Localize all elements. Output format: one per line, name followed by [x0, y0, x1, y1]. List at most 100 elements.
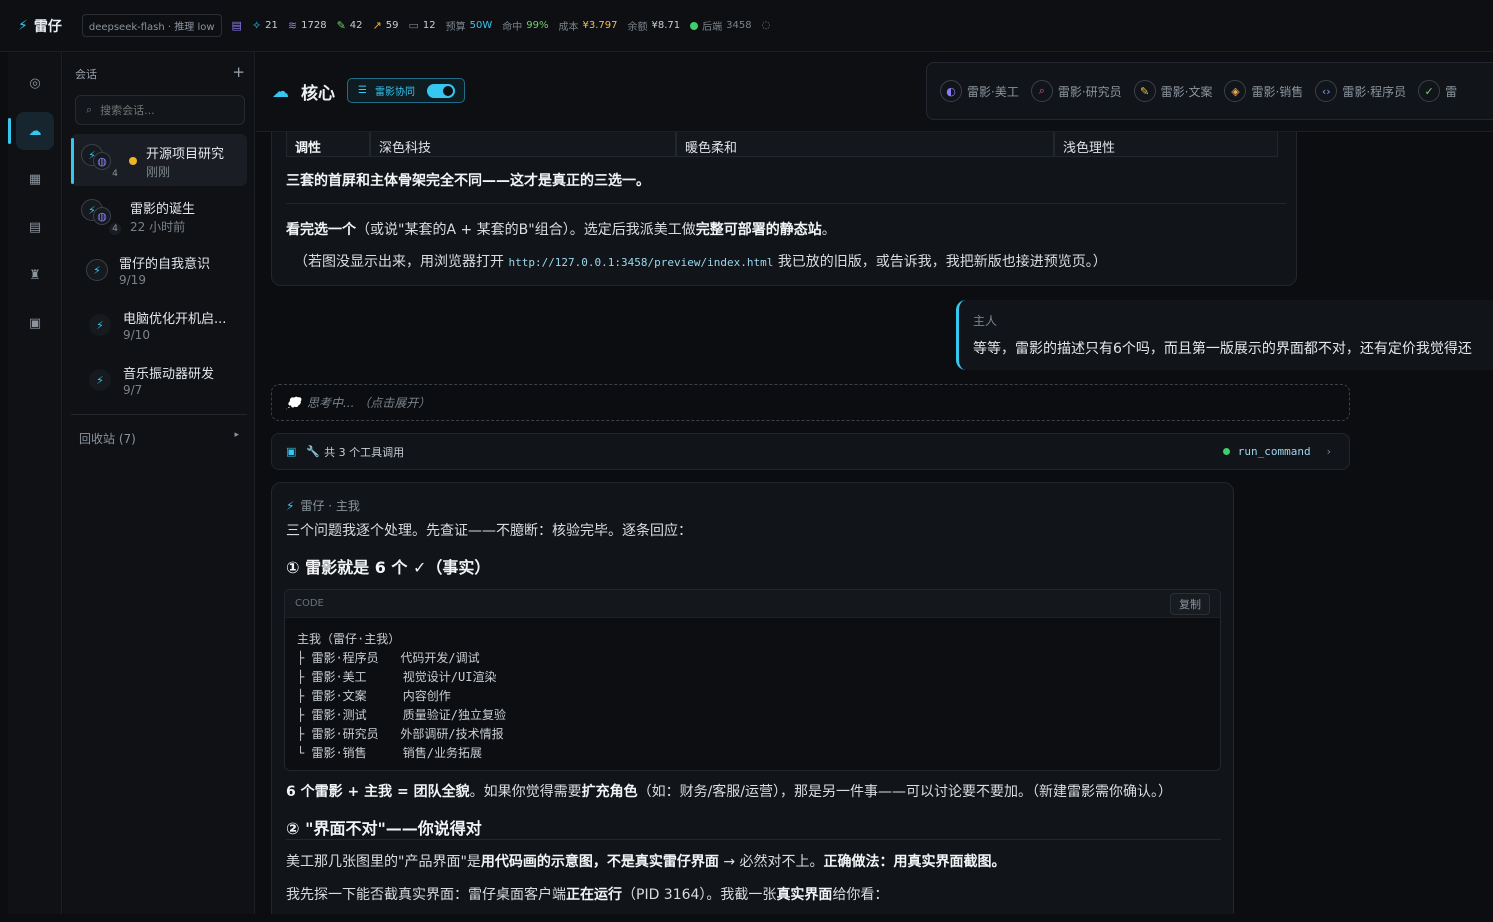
session-avatars: ⚡ [81, 309, 125, 341]
database-icon: ▤ [231, 19, 242, 32]
sidebar-header: 会话 + [75, 63, 245, 82]
session-title: 开源项目研究 [146, 147, 225, 162]
session-title: 雷影的诞生 [130, 202, 196, 217]
copy-button[interactable]: 复制 [1170, 592, 1210, 615]
app-name: 雷仔 [33, 18, 62, 35]
agent-chip-designer[interactable]: ◐ 雷影·美工 [935, 80, 1024, 102]
divider [286, 203, 1286, 204]
session-time: 22 小时前 [130, 220, 186, 234]
pen-icon: ✎ [1133, 80, 1156, 102]
lightbulb-icon[interactable]: ◌ [762, 20, 771, 31]
balance-stat: 余额 ¥8.71 [627, 20, 681, 33]
agent-stat: ✧ 21 [251, 19, 278, 32]
bot-icon[interactable]: ♜ [16, 256, 54, 294]
code-line: 主我（雷仔·主我） [297, 632, 401, 646]
target-icon[interactable]: ◎ [16, 64, 54, 102]
message-author: 主人 [973, 314, 998, 328]
token-stat: ≋ 1728 [287, 19, 327, 32]
session-time: 9/19 [119, 273, 146, 287]
chevron-right-icon: ▸ [234, 430, 239, 440]
collab-toggle[interactable]: ☰ 雷影协同 [347, 78, 465, 103]
main-panel: 调性 深色科技 暖色柔和 浅色理性 三套的首屏和主体骨架完全不同——这才是真正的… [256, 52, 1493, 914]
reply-paragraph: 我先探一下能否截真实界面：雷仔桌面客户端正在运行（PID 3164）。我截一张真… [286, 887, 889, 903]
agent-chip-researcher[interactable]: ⌕ 雷影·研究员 [1026, 80, 1127, 102]
agent-chip-copywriter[interactable]: ✎ 雷影·文案 [1129, 80, 1218, 102]
session-avatars: ⚡ [81, 364, 125, 396]
session-item[interactable]: ⚡ 电脑优化开机启... 9/10 [71, 299, 247, 351]
grid-icon[interactable]: ▦ [16, 160, 54, 198]
sidebar-title: 会话 [75, 68, 97, 81]
session-avatars: ⚡ ◍ 4 [81, 144, 125, 180]
search-input[interactable] [100, 103, 221, 117]
list-icon: ☰ [358, 85, 367, 96]
divider [286, 839, 1221, 840]
trend-up-icon: ↗ [372, 19, 382, 32]
nav-rail: ◎ ☁ ▦ ▤ ♜ ▣ [8, 52, 62, 914]
session-title: 雷仔的自我意识 [119, 257, 211, 272]
trend-stat: ↗ 59 [372, 19, 399, 32]
session-search[interactable]: ⌕ [75, 95, 245, 125]
message-stat: ▭ 12 [408, 19, 436, 32]
table-cell: 浅色理性 [1054, 131, 1278, 157]
database-icon[interactable]: ▤ [16, 208, 54, 246]
session-time: 9/10 [123, 328, 150, 342]
code-line: ├ 雷影·文案 内容创作 [297, 689, 451, 703]
code-block: CODE 复制 主我（雷仔·主我） ├ 雷影·程序员 代码开发/调试 ├ 雷影·… [284, 589, 1221, 771]
table-cell: 深色科技 [370, 131, 676, 157]
command-name: run_command [1237, 445, 1311, 458]
terminal-icon[interactable]: ▣ [16, 304, 54, 342]
backend-stat: 后端 3458 [690, 18, 752, 33]
session-time: 9/7 [123, 383, 143, 397]
table-cell: 暖色柔和 [676, 131, 1054, 157]
code-label: CODE [295, 598, 324, 609]
session-sidebar: 会话 + ⌕ ⚡ ◍ 4 开源项目研究 刚刚 ⚡ ◍ 4 雷影的诞生 22 小时… [63, 52, 255, 914]
agent-avatar-icon: ◍ [93, 207, 111, 225]
agent-bar: ◐ 雷影·美工 ⌕ 雷影·研究员 ✎ 雷影·文案 ◈ 雷影·销售 ‹› 雷影·程序员 ✓ 雷 [926, 62, 1493, 120]
success-dot [1222, 448, 1230, 455]
table-cell: 调性 [286, 131, 370, 157]
model-selector[interactable]: deepseek-flash · 推理 low [81, 14, 222, 37]
panel-icon: ▣ [286, 445, 297, 458]
preview-url-link[interactable]: http://127.0.0.1:3458/preview/index.html [508, 256, 773, 269]
reply-paragraph: 美工那几张图里的"产品界面"是用代码画的示意图，不是真实雷仔界面 → 必然对不上… [286, 854, 1006, 870]
tool-calls-bar[interactable]: ▣ 🔧 共 3 个工具调用 run_command › [271, 433, 1350, 470]
sidebar-divider [71, 414, 247, 415]
session-item[interactable]: ⚡ ◍ 4 开源项目研究 刚刚 [71, 134, 247, 186]
thought-bubble-icon: 💭 [286, 395, 301, 410]
trash-bin[interactable]: 回收站 (7) ▸ [79, 430, 239, 447]
message-paragraph: （若图没显示出来，用浏览器打开 http://127.0.0.1:3458/pr… [294, 254, 1107, 270]
trash-label: 回收站 (7) [79, 432, 136, 446]
hit-stat: 命中 99% [502, 20, 549, 33]
code-line: ├ 雷影·美工 视觉设计/UI渲染 [297, 670, 497, 684]
bolt-icon: ⚡ [89, 314, 111, 336]
tag-icon: ◈ [1224, 80, 1247, 102]
reply-paragraph: 6 个雷影 + 主我 = 团队全貌。如果你觉得需要扩充角色（如：财务/客服/运营… [286, 784, 1173, 800]
user-message: 主人 等等，雷影的描述只有6个吗，而且第一版展示的界面都不对，还有定价我觉得还 [956, 300, 1493, 370]
sparkle-icon: ✧ [251, 19, 262, 32]
add-session-icon[interactable]: + [232, 63, 245, 82]
rail-active-indicator [8, 118, 11, 144]
thinking-toggle[interactable]: 💭 思考中... （点击展开） [271, 384, 1350, 421]
tool-summary: 共 3 个工具调用 [324, 445, 405, 459]
toggle-switch[interactable] [426, 83, 455, 98]
cloud-sync-icon[interactable]: ☁ [16, 112, 54, 150]
session-title: 音乐振动器研发 [123, 367, 215, 382]
bolt-icon: ⚡ [89, 369, 111, 391]
session-item[interactable]: ⚡ 雷仔的自我意识 9/19 [71, 244, 247, 296]
message-paragraph: 三套的首屏和主体骨架完全不同——这才是真正的三选一。 [286, 173, 650, 189]
unread-dot [129, 157, 137, 165]
reply-intro: 三个问题我逐个处理。先查证——不臆断：核验完毕。逐条回应： [286, 523, 692, 539]
layers-icon: ≋ [287, 19, 298, 32]
agent-avatar-icon: ◍ [93, 152, 111, 170]
pencil-icon: ✎ [336, 19, 346, 32]
agent-chip-programmer[interactable]: ‹› 雷影·程序员 [1310, 80, 1411, 102]
agent-chip-sales[interactable]: ◈ 雷影·销售 [1219, 80, 1308, 102]
agent-chip-tester[interactable]: ✓ 雷 [1413, 80, 1462, 102]
search-icon: ⌕ [86, 103, 93, 116]
thinking-label: 思考中... （点击展开） [306, 396, 431, 410]
page-title: ☁ 核心 [272, 81, 335, 105]
session-item[interactable]: ⚡ ◍ 4 雷影的诞生 22 小时前 [71, 189, 247, 241]
wrench-icon: 🔧 [306, 445, 321, 458]
session-item[interactable]: ⚡ 音乐振动器研发 9/7 [71, 354, 247, 406]
bolt-icon: ⚡ [286, 498, 295, 513]
